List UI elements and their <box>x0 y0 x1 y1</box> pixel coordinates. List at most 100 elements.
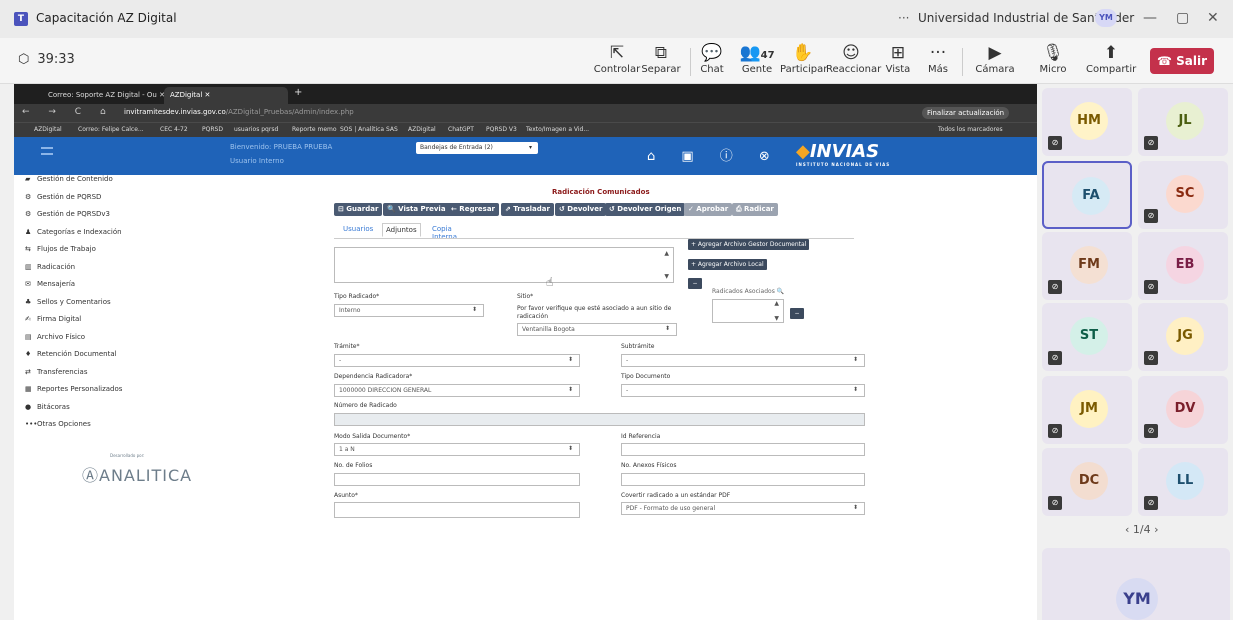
separate-button[interactable]: ⧉ Separar <box>636 42 686 82</box>
bookmark[interactable]: SOS | Analítica SAS <box>340 126 398 133</box>
asunto-textarea[interactable] <box>334 502 580 518</box>
chat-button[interactable]: 💬 Chat <box>694 42 730 82</box>
bookmark[interactable]: Reporte memo <box>292 126 337 133</box>
sidebar-item[interactable]: ♣ Sellos y Comentarios <box>14 298 184 316</box>
chevron-left-icon[interactable]: ‹ <box>1125 523 1133 536</box>
user-avatar[interactable]: YM <box>1095 9 1117 27</box>
sidebar-item[interactable]: ♦ Retención Documental <box>14 350 184 368</box>
id-referencia-input[interactable] <box>621 443 865 456</box>
pdf-select[interactable]: PDF - Formato de uso general ⬍ <box>621 502 865 515</box>
preview-button[interactable]: 🔍 Vista Previa <box>383 203 450 216</box>
gallery-pager[interactable]: ‹ 1/4 › <box>1125 523 1159 536</box>
chevron-right-icon[interactable]: › <box>1151 523 1158 536</box>
sidebar-item[interactable]: ▥ Radicación <box>14 263 184 281</box>
participant-avatar: LL <box>1166 462 1204 500</box>
tab-azdigital[interactable]: AZDigital ✕ <box>164 87 288 104</box>
sidebar-item[interactable]: ✍ Firma Digital <box>14 315 184 333</box>
tramite-select[interactable]: - ⬍ <box>334 354 580 367</box>
sidebar-item[interactable]: ✉ Mensajería <box>14 280 184 298</box>
new-tab-icon[interactable]: + <box>294 87 302 98</box>
participant-tile[interactable]: JG ⊘ <box>1138 303 1228 371</box>
back-button[interactable]: ← Regresar <box>447 203 499 216</box>
sidebar-item[interactable]: •••Otras Opciones <box>14 420 184 438</box>
sidebar-item[interactable]: ♟ Categorías e Indexación <box>14 228 184 246</box>
chevron-down-icon: ▾ <box>528 144 532 151</box>
participant-tile[interactable]: JL ⊘ <box>1138 88 1228 156</box>
dependencia-select[interactable]: 1000000 DIRECCION GENERAL ⬍ <box>334 384 580 397</box>
inbox-select[interactable]: Bandejas de Entrada (2) ▾ <box>416 142 538 154</box>
bookmark[interactable]: AZDigital <box>34 126 62 133</box>
sidebar-item[interactable]: ▦ Reportes Personalizados <box>14 385 184 403</box>
radicar-button[interactable]: ⎙ Radicar <box>732 203 778 216</box>
sidebar-item[interactable]: ⇆ Flujos de Trabajo <box>14 245 184 263</box>
sidebar-item[interactable]: ▤ Archivo Físico <box>14 333 184 351</box>
tab-usuarios[interactable]: Usuarios <box>340 223 376 235</box>
participant-tile[interactable]: HM ⊘ <box>1042 88 1132 156</box>
attachments-list[interactable]: ▲ ▼ <box>334 247 674 283</box>
menu-icon[interactable] <box>41 147 53 155</box>
return-button[interactable]: ↺ Devolver <box>555 203 607 216</box>
participant-tile[interactable]: FA <box>1042 161 1132 229</box>
bookmark[interactable]: PQRSD V3 <box>486 126 517 133</box>
bookmark[interactable]: Correo: Felipe Calce... <box>78 126 144 133</box>
mic-button[interactable]: 🎙 Micro <box>1034 42 1072 82</box>
react-button[interactable]: ☺ Reaccionar <box>826 42 881 82</box>
add-local-button[interactable]: + Agregar Archivo Local <box>688 259 767 270</box>
sidebar-item[interactable]: ⚙ Gestión de PQRSDv3 <box>14 210 184 228</box>
tab-copia-interna[interactable]: Copia Interna <box>429 223 460 243</box>
bookmark[interactable]: Texto/Imagen a Vid... <box>526 126 589 133</box>
bookmark[interactable]: CEC 4-72 <box>160 126 188 133</box>
camera-button[interactable]: ▶ Cámara <box>970 42 1020 82</box>
modo-salida-label: Modo Salida Documento* <box>334 433 411 440</box>
view-button[interactable]: ⊞ Vista <box>882 42 914 82</box>
tipo-radicado-select[interactable]: Interno ⬍ <box>334 304 484 317</box>
more-icon[interactable]: ··· <box>898 11 909 25</box>
close-icon[interactable]: ✕ <box>1207 10 1219 26</box>
participant-tile[interactable]: SC ⊘ <box>1138 161 1228 229</box>
tipo-documento-select[interactable]: - ⬍ <box>621 384 865 397</box>
modo-salida-select[interactable]: 1 a N ⬍ <box>334 443 580 456</box>
share-button[interactable]: ⬆ Compartir <box>1086 42 1136 82</box>
participant-tile[interactable]: ST ⊘ <box>1042 303 1132 371</box>
add-gestor-button[interactable]: + Agregar Archivo Gestor Documental <box>688 239 810 250</box>
participant-tile[interactable]: DV ⊘ <box>1138 376 1228 444</box>
participant-tile[interactable]: DC ⊘ <box>1042 448 1132 516</box>
more-button[interactable]: ··· Más <box>924 42 952 82</box>
participant-tile[interactable]: EB ⊘ <box>1138 232 1228 300</box>
remove-attachment-button[interactable]: − <box>688 278 702 289</box>
people-button[interactable]: 👥47 Gente <box>738 42 776 82</box>
participant-tile[interactable]: LL ⊘ <box>1138 448 1228 516</box>
subtramite-select[interactable]: - ⬍ <box>621 354 865 367</box>
sidebar-item[interactable]: ● Bitácoras <box>14 403 184 421</box>
participant-tile[interactable]: JM ⊘ <box>1042 376 1132 444</box>
leave-button[interactable]: ☎ Salir <box>1150 48 1214 74</box>
sidebar-item[interactable]: ⚙ Gestión de PQRSD <box>14 193 184 211</box>
bookmark[interactable]: ChatGPT <box>448 126 474 133</box>
update-button[interactable]: Finalizar actualización <box>922 107 1010 119</box>
bookmark[interactable]: AZDigital <box>408 126 436 133</box>
minimize-icon[interactable]: — <box>1143 10 1157 26</box>
approve-button[interactable]: ✓ Aprobar <box>684 203 733 216</box>
save-button[interactable]: ⊟ Guardar <box>334 203 383 216</box>
anexos-input[interactable] <box>621 473 865 486</box>
remove-radicado-button[interactable]: − <box>790 308 804 319</box>
bookmark[interactable]: PQRSD <box>202 126 223 133</box>
nav-icons[interactable]: ← → C ⌂ <box>22 107 114 117</box>
sidebar-item[interactable]: ⇄ Transferencias <box>14 368 184 386</box>
url-field[interactable]: invitramitesdev.invias.gov.co/AZDigital_… <box>124 108 354 116</box>
radicados-asociados-list[interactable]: ▲ ▼ <box>712 299 784 323</box>
sidebar-item[interactable]: ▰ Gestión de Contenido <box>14 175 184 193</box>
return-origin-button[interactable]: ↺ Devolver Origen <box>605 203 686 216</box>
participant-tile[interactable]: FM ⊘ <box>1042 232 1132 300</box>
transfer-button[interactable]: ⇗ Trasladar <box>501 203 554 216</box>
all-bookmarks[interactable]: Todos los marcadores <box>938 126 1003 133</box>
raise-hand-button[interactable]: ✋ Participar <box>780 42 827 82</box>
tab-adjuntos[interactable]: Adjuntos <box>382 223 421 237</box>
bookmark[interactable]: usuarios pqrsd <box>234 126 278 133</box>
tab-correo[interactable]: Correo: Soporte AZ Digital - Ou ✕ <box>42 87 165 104</box>
maximize-icon[interactable]: ▢ <box>1176 10 1189 26</box>
folios-input[interactable] <box>334 473 580 486</box>
analitica-mark-icon: Ⓐ <box>82 466 100 485</box>
header-icons[interactable]: ⌂ ▣ ⓘ ⊗ <box>647 145 781 164</box>
sitio-select[interactable]: Ventanilla Bogota ⬍ <box>517 323 677 336</box>
